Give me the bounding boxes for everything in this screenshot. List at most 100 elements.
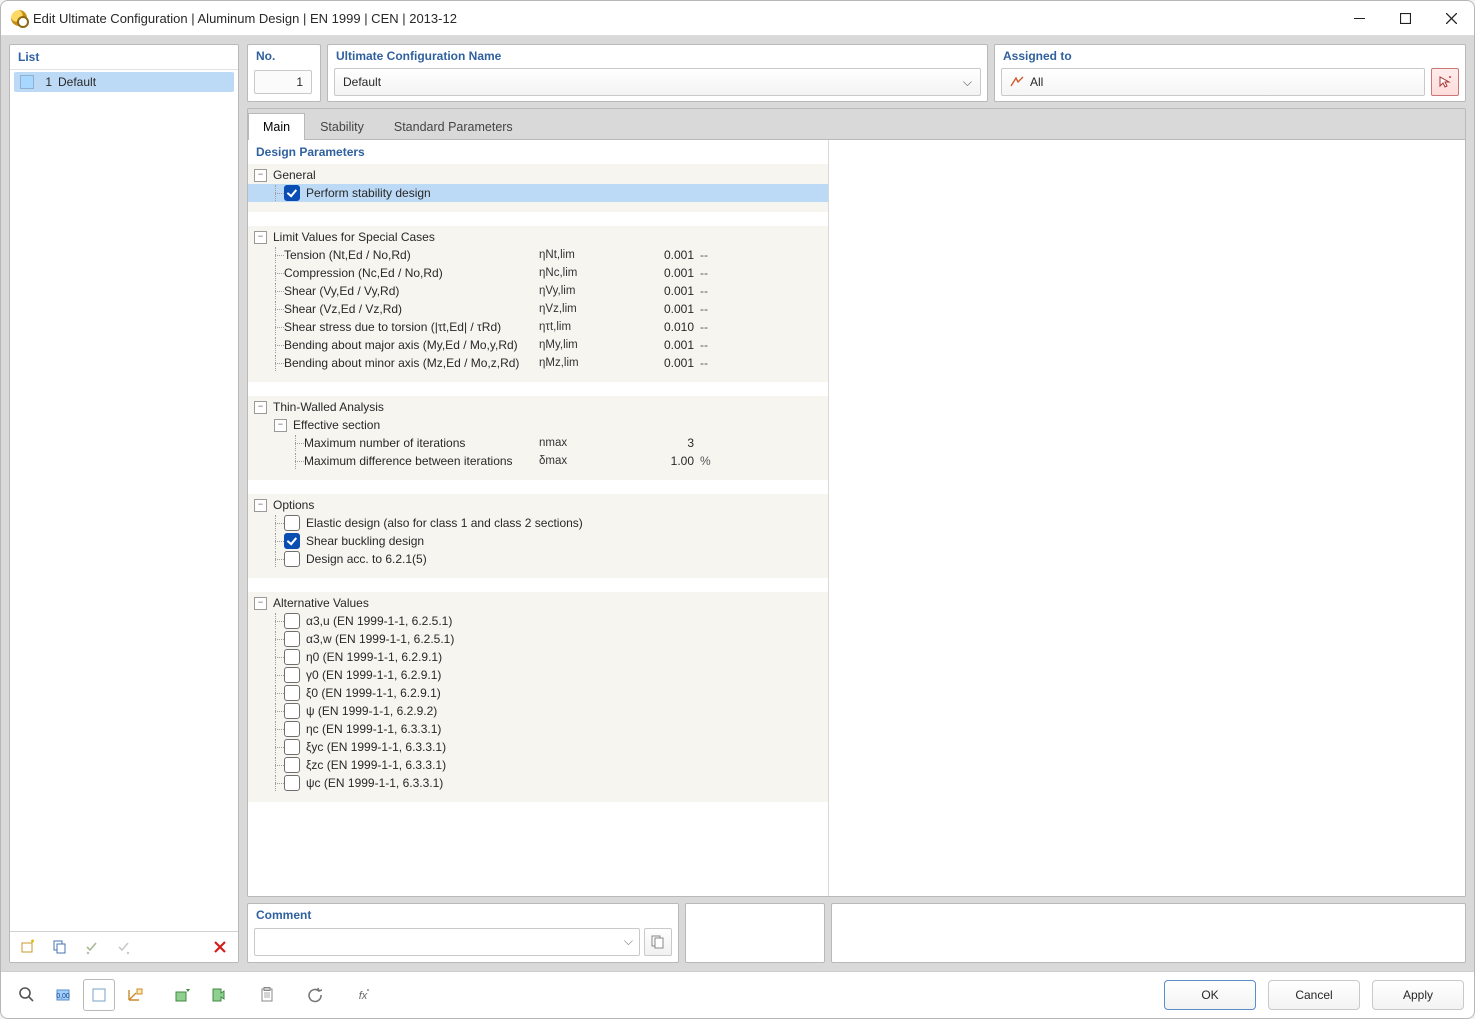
alt-value-row[interactable]: α3,w (EN 1999-1-1, 6.2.5.1) [248,630,828,648]
limit-row[interactable]: Bending about major axis (My,Ed / Mo,y,R… [248,336,828,354]
checkbox[interactable] [284,649,300,665]
delete-icon [212,939,228,955]
param-value[interactable]: 1.00 [614,454,700,468]
alt-value-row[interactable]: ψc (EN 1999-1-1, 6.3.3.1) [248,774,828,792]
param-unit: -- [700,338,730,352]
alt-value-row[interactable]: ξ0 (EN 1999-1-1, 6.2.9.1) [248,684,828,702]
aux-panel-2 [831,903,1466,963]
collapse-toggle[interactable]: − [274,419,287,432]
view-toggle-button[interactable] [83,979,115,1011]
param-symbol: ηMy,lim [539,339,614,351]
checkbox[interactable] [284,515,300,531]
pick-in-view-button[interactable] [1431,68,1459,96]
checkbox[interactable] [284,757,300,773]
window-maximize-button[interactable] [1382,1,1428,35]
alt-value-label: ξzc (EN 1999-1-1, 6.3.3.1) [306,758,446,772]
checkbox[interactable] [284,685,300,701]
limit-row[interactable]: Compression (Nc,Ed / No,Rd)ηNc,lim0.001-… [248,264,828,282]
svg-text:fx: fx [359,990,368,1002]
number-field[interactable]: 1 [254,70,312,94]
param-value[interactable]: 0.010 [614,320,700,334]
comment-combo[interactable]: ⌵ [254,928,640,956]
collapse-toggle[interactable]: − [254,231,267,244]
import-button[interactable] [167,979,199,1011]
export-button[interactable] [203,979,235,1011]
checkbox[interactable] [284,739,300,755]
group-alternative-values[interactable]: − Alternative Values [248,594,828,612]
assigned-field[interactable]: All [1001,68,1425,96]
clipboard-button[interactable] [251,979,283,1011]
limit-row[interactable]: Shear (Vy,Ed / Vy,Rd)ηVy,lim0.001-- [248,282,828,300]
alt-value-row[interactable]: γ0 (EN 1999-1-1, 6.2.9.1) [248,666,828,684]
ok-button[interactable]: OK [1164,980,1256,1010]
param-value[interactable]: 0.001 [614,338,700,352]
new-item-button[interactable] [14,934,42,960]
list-body[interactable]: 1 Default [10,70,238,931]
param-perform-stability[interactable]: Perform stability design [248,184,828,202]
param-value[interactable]: 0.001 [614,302,700,316]
param-value[interactable]: 0.001 [614,356,700,370]
checkbox[interactable] [284,185,300,201]
param-value[interactable]: 0.001 [614,284,700,298]
alt-value-row[interactable]: ξzc (EN 1999-1-1, 6.3.3.1) [248,756,828,774]
tab-standard-parameters[interactable]: Standard Parameters [379,113,528,140]
apply-button[interactable]: Apply [1372,980,1464,1010]
reset-button[interactable] [299,979,331,1011]
alt-value-row[interactable]: η0 (EN 1999-1-1, 6.2.9.1) [248,648,828,666]
collapse-toggle[interactable]: − [254,499,267,512]
comment-library-button[interactable] [644,928,672,956]
units-button[interactable]: 0,00 [47,979,79,1011]
help-button[interactable] [11,979,43,1011]
function-button[interactable]: fx [347,979,379,1011]
alt-value-row[interactable]: α3,u (EN 1999-1-1, 6.2.5.1) [248,612,828,630]
checkbox[interactable] [284,551,300,567]
checkbox[interactable] [284,631,300,647]
copy-item-button[interactable] [46,934,74,960]
checkbox[interactable] [284,613,300,629]
thin-row[interactable]: Maximum number of iterationsnmax3 [248,434,828,452]
name-label: Ultimate Configuration Name [328,45,987,68]
list-panel: List 1 Default [9,44,239,963]
tab-main[interactable]: Main [248,113,305,140]
checkbox[interactable] [284,721,300,737]
checkbox[interactable] [284,533,300,549]
param-value[interactable]: 0.001 [614,266,700,280]
local-axes-button[interactable] [119,979,151,1011]
option-row[interactable]: Design acc. to 6.2.1(5) [248,550,828,568]
collapse-toggle[interactable]: − [254,597,267,610]
group-general[interactable]: − General [248,166,828,184]
list-item[interactable]: 1 Default [14,72,234,92]
thin-row[interactable]: Maximum difference between iterationsδma… [248,452,828,470]
checkbox[interactable] [284,667,300,683]
window-close-button[interactable] [1428,1,1474,35]
group-limit-values[interactable]: − Limit Values for Special Cases [248,228,828,246]
alt-value-row[interactable]: ξyc (EN 1999-1-1, 6.3.3.1) [248,738,828,756]
alt-value-row[interactable]: ηc (EN 1999-1-1, 6.3.3.1) [248,720,828,738]
group-options[interactable]: − Options [248,496,828,514]
collapse-toggle[interactable]: − [254,401,267,414]
delete-item-button[interactable] [206,934,234,960]
checkbox[interactable] [284,703,300,719]
limit-row[interactable]: Tension (Nt,Ed / No,Rd)ηNt,lim0.001-- [248,246,828,264]
option-row[interactable]: Shear buckling design [248,532,828,550]
section-title: Design Parameters [248,140,828,164]
group-thin-walled[interactable]: − Thin-Walled Analysis [248,398,828,416]
subgroup-effective-section[interactable]: − Effective section [248,416,828,434]
check-in-button[interactable] [78,934,106,960]
param-value[interactable]: 3 [614,436,700,450]
option-row[interactable]: Elastic design (also for class 1 and cla… [248,514,828,532]
param-name: Bending about minor axis (Mz,Ed / Mo,z,R… [284,356,539,370]
param-value[interactable]: 0.001 [614,248,700,262]
cancel-button[interactable]: Cancel [1268,980,1360,1010]
window-minimize-button[interactable] [1336,1,1382,35]
tab-stability[interactable]: Stability [305,113,379,140]
parameters-tree[interactable]: Design Parameters − General [248,140,828,896]
name-combo[interactable]: Default ⌵ [334,68,981,96]
check-out-button[interactable] [110,934,138,960]
collapse-toggle[interactable]: − [254,169,267,182]
limit-row[interactable]: Shear stress due to torsion (|τt,Ed| / τ… [248,318,828,336]
alt-value-row[interactable]: ψ (EN 1999-1-1, 6.2.9.2) [248,702,828,720]
limit-row[interactable]: Bending about minor axis (Mz,Ed / Mo,z,R… [248,354,828,372]
limit-row[interactable]: Shear (Vz,Ed / Vz,Rd)ηVz,lim0.001-- [248,300,828,318]
checkbox[interactable] [284,775,300,791]
